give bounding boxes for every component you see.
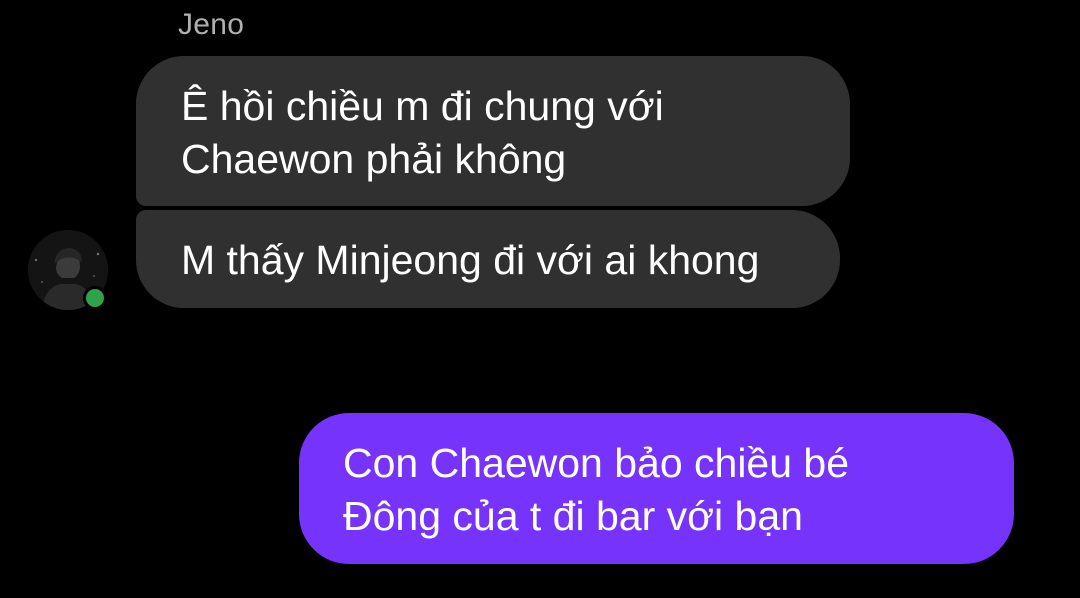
message-text-line: Ê hồi chiều m đi chung với <box>181 83 664 129</box>
sender-name: Jeno <box>178 8 245 41</box>
message-text-line: Đông của t đi bar với bạn <box>343 493 803 539</box>
incoming-message-bubble[interactable]: M thấy Minjeong đi với ai khong <box>136 210 840 308</box>
outgoing-message-bubble[interactable]: Con Chaewon bảo chiều bé Đông của t đi b… <box>299 413 1014 564</box>
message-text-line: M thấy Minjeong đi với ai khong <box>181 237 760 283</box>
message-text-line: Chaewon phải không <box>181 136 567 182</box>
online-status-icon <box>83 286 107 310</box>
incoming-message-bubble[interactable]: Ê hồi chiều m đi chung với Chaewon phải … <box>136 56 850 206</box>
message-text-line: Con Chaewon bảo chiều bé <box>343 440 850 486</box>
